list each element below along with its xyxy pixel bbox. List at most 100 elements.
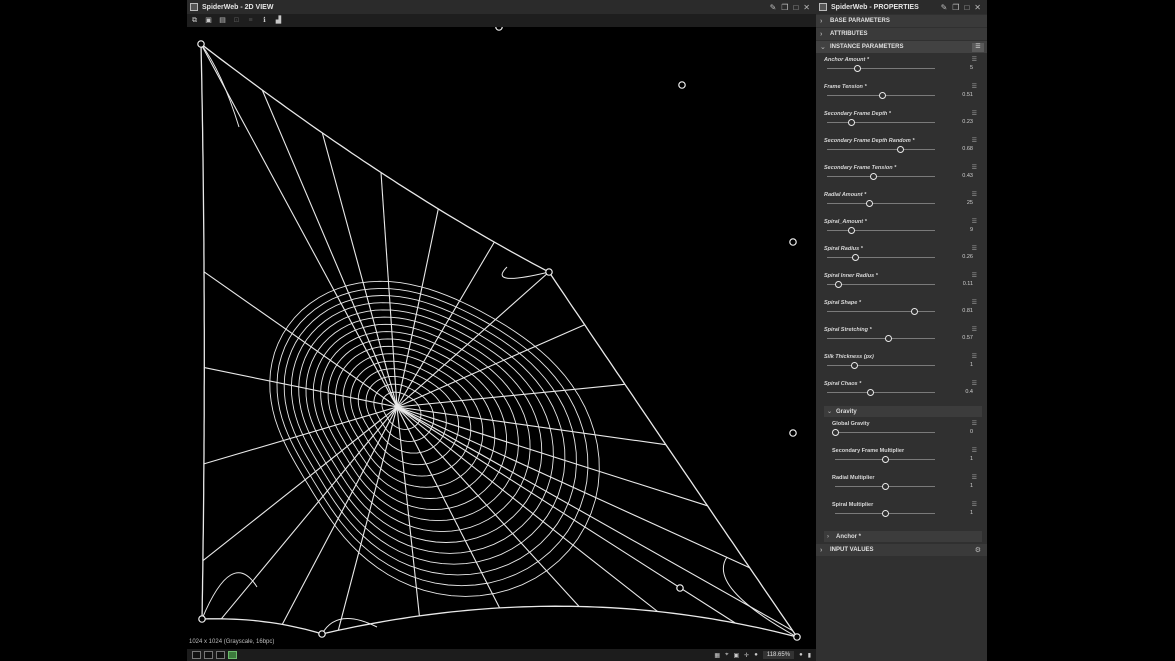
slider-handle[interactable] (869, 173, 877, 180)
parameter-menu-icon[interactable]: ☰ (972, 501, 977, 508)
parameter-menu-icon[interactable]: ☰ (972, 353, 977, 360)
slider-track[interactable] (827, 230, 935, 231)
slider-track[interactable] (827, 284, 935, 285)
group-anchor[interactable]: › Anchor * (824, 531, 982, 542)
anchor-handle[interactable] (545, 268, 553, 276)
float-icon[interactable]: ❐ (781, 3, 788, 12)
slider-track[interactable] (827, 203, 935, 204)
parameter-menu-icon[interactable]: ☰ (972, 272, 977, 279)
crosshair-icon[interactable]: ✛ (744, 652, 749, 659)
anchor-handle[interactable] (495, 27, 503, 31)
slider-handle[interactable] (853, 65, 861, 72)
parameter-value[interactable]: 1 (970, 456, 973, 462)
anchor-handle[interactable] (789, 429, 797, 437)
section-base-parameters[interactable]: › BASE PARAMETERS (816, 15, 987, 27)
zoom-in-button[interactable]: ● (799, 652, 803, 658)
parameter-menu-icon[interactable]: ☰ (972, 83, 977, 90)
background-grey-button[interactable] (216, 651, 225, 659)
slider-track[interactable] (835, 432, 935, 433)
slider-track[interactable] (827, 365, 935, 366)
background-black-button[interactable] (204, 651, 213, 659)
anchor-handle[interactable] (676, 584, 684, 592)
close-icon[interactable]: ✕ (974, 3, 981, 12)
section-attributes[interactable]: › ATTRIBUTES (816, 28, 987, 40)
info-icon[interactable]: ℹ (260, 16, 269, 25)
lock-icon[interactable]: ▮ (808, 652, 811, 659)
zoom-out-button[interactable]: ● (754, 652, 758, 658)
parameter-value[interactable]: 5 (970, 65, 973, 71)
parameter-value[interactable]: 0.57 (962, 335, 973, 341)
anchor-handle[interactable] (197, 40, 205, 48)
slider-handle[interactable] (881, 483, 889, 490)
parameter-value[interactable]: 0.68 (962, 146, 973, 152)
section-menu-icon[interactable]: ☰ (972, 42, 984, 52)
parameter-value[interactable]: 0.51 (962, 92, 973, 98)
parameter-menu-icon[interactable]: ☰ (972, 380, 977, 387)
crop-icon[interactable]: ⊡ (232, 16, 241, 25)
parameter-value[interactable]: 0.43 (962, 173, 973, 179)
slider-handle[interactable] (848, 227, 856, 234)
slider-handle[interactable] (831, 429, 839, 436)
parameter-value[interactable]: 0 (970, 429, 973, 435)
slider-track[interactable] (827, 68, 935, 69)
fit-icon[interactable]: ▣ (733, 652, 739, 659)
anchor-handle[interactable] (793, 633, 801, 641)
section-instance-parameters[interactable]: ⌄ INSTANCE PARAMETERS ☰ (816, 41, 987, 53)
parameter-value[interactable]: 0.81 (962, 308, 973, 314)
parameter-value[interactable]: 0.11 (963, 281, 973, 287)
save-icon[interactable]: ▣ (204, 16, 213, 25)
slider-handle[interactable] (850, 362, 858, 369)
slider-handle[interactable] (866, 389, 874, 396)
parameter-value[interactable]: 1 (970, 510, 973, 516)
parameter-menu-icon[interactable]: ☰ (972, 474, 977, 481)
slider-handle[interactable] (835, 281, 843, 288)
layers-icon[interactable] (192, 651, 201, 659)
gear-icon[interactable]: ⚙ (975, 546, 981, 554)
close-icon[interactable]: ✕ (803, 3, 810, 12)
parameter-menu-icon[interactable]: ☰ (972, 56, 977, 63)
section-input-values[interactable]: › INPUT VALUES ⚙ (816, 544, 987, 556)
slider-handle[interactable] (865, 200, 873, 207)
slider-track[interactable] (827, 149, 935, 150)
copy-icon[interactable]: ⧉ (190, 16, 199, 25)
parameter-value[interactable]: 9 (970, 227, 973, 233)
slider-track[interactable] (827, 311, 935, 312)
float-icon[interactable]: ❐ (952, 3, 959, 12)
parameter-value[interactable]: 0.4 (965, 389, 973, 395)
parameter-menu-icon[interactable]: ☰ (972, 110, 977, 117)
snap-icon[interactable]: ⌖ (725, 652, 728, 659)
anchor-handle[interactable] (198, 615, 206, 623)
group-gravity[interactable]: ⌄ Gravity (824, 406, 982, 417)
parameter-value[interactable]: 1 (970, 483, 973, 489)
anchor-handle[interactable] (318, 630, 326, 638)
parameter-value[interactable]: 1 (970, 362, 973, 368)
slider-track[interactable] (827, 338, 935, 339)
parameter-menu-icon[interactable]: ☰ (972, 191, 977, 198)
parameter-menu-icon[interactable]: ☰ (972, 326, 977, 333)
parameter-menu-icon[interactable]: ☰ (972, 137, 977, 144)
slider-track[interactable] (827, 392, 935, 393)
parameter-menu-icon[interactable]: ☰ (972, 164, 977, 171)
slider-handle[interactable] (848, 119, 856, 126)
parameter-menu-icon[interactable]: ☰ (972, 447, 977, 454)
parameter-value[interactable]: 0.26 (962, 254, 973, 260)
zoom-level[interactable]: 118.65% (762, 651, 795, 659)
slider-track[interactable] (827, 257, 935, 258)
slider-handle[interactable] (851, 254, 859, 261)
parameter-menu-icon[interactable]: ☰ (972, 245, 977, 252)
parameter-menu-icon[interactable]: ☰ (972, 420, 977, 427)
pin-icon[interactable]: ✎ (770, 3, 777, 12)
anchor-handle[interactable] (789, 238, 797, 246)
grid-icon[interactable]: ▦ (714, 652, 720, 659)
save-as-icon[interactable]: ▤ (218, 16, 227, 25)
slider-track[interactable] (827, 122, 935, 123)
slider-track[interactable] (827, 176, 935, 177)
parameter-menu-icon[interactable]: ☰ (972, 299, 977, 306)
slider-handle[interactable] (881, 510, 889, 517)
maximize-icon[interactable]: □ (793, 3, 798, 12)
slider-handle[interactable] (896, 146, 904, 153)
slider-handle[interactable] (910, 308, 918, 315)
parameter-value[interactable]: 0.23 (962, 119, 973, 125)
web-canvas[interactable] (187, 27, 811, 649)
parameter-menu-icon[interactable]: ☰ (972, 218, 977, 225)
